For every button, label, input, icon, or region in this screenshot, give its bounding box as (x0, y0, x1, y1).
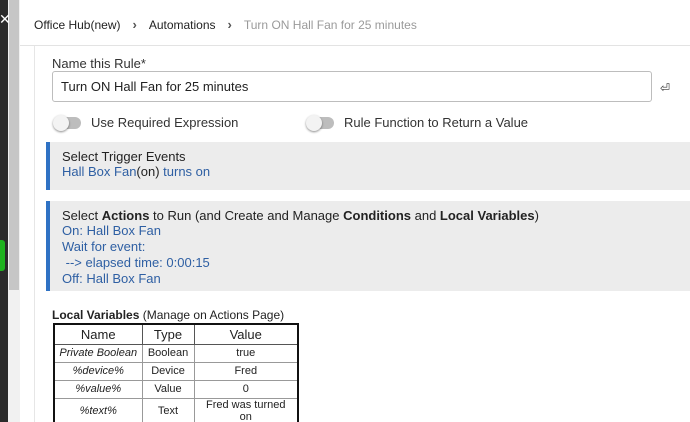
local-variables-heading: Local Variables (Manage on Actions Page) (52, 308, 284, 322)
variable-type: Text (141, 397, 195, 422)
action-line: On: Hall Box Fan (62, 223, 161, 238)
status-indicator (0, 240, 5, 271)
header: Office Hub(new) › Automations › Turn ON … (20, 0, 690, 46)
table-row: %value% Value 0 (53, 379, 299, 399)
trigger-section-title: Select Trigger Events (62, 149, 186, 164)
breadcrumb-hub[interactable]: Office Hub(new) (34, 18, 120, 32)
enter-icon[interactable]: ⏎ (660, 81, 670, 95)
variable-type: Value (141, 379, 195, 399)
variable-name: %text% (53, 397, 143, 422)
rule-name-label: Name this Rule* (52, 56, 146, 71)
local-variables-title: Local Variables (52, 308, 140, 322)
action-line: Wait for event: (62, 239, 146, 254)
variable-type: Boolean (141, 343, 195, 363)
local-variables-table: Name Type Value Private Boolean Boolean … (53, 323, 299, 422)
trigger-device: Hall Box Fan (62, 164, 137, 179)
variable-name: %device% (53, 361, 143, 381)
left-rail: ✕ (0, 0, 11, 422)
table-row: Private Boolean Boolean true (53, 343, 299, 363)
toggle-knob (306, 115, 322, 131)
actions-title-text: to Run (and Create and Manage (149, 208, 344, 223)
variable-value: Fred (193, 361, 299, 381)
actions-title-text: and (411, 208, 440, 223)
rule-function-label: Rule Function to Return a Value (344, 115, 529, 130)
action-line: --> elapsed time: 0:00:15 (62, 255, 210, 270)
actions-section[interactable]: Select Actions to Run (and Create and Ma… (46, 201, 690, 291)
variable-value: true (193, 343, 299, 363)
action-line: Off: Hall Box Fan (62, 271, 161, 286)
table-row: %device% Device Fred (53, 361, 299, 381)
variable-name: Private Boolean (53, 343, 143, 363)
breadcrumb-automations[interactable]: Automations (149, 18, 216, 32)
toggle-knob (53, 115, 69, 131)
variable-value: Fred was turned on (193, 397, 299, 422)
breadcrumb-current-rule: Turn ON Hall Fan for 25 minutes (243, 17, 417, 32)
table-row: %text% Text Fred was turned on (53, 397, 299, 422)
variable-type: Device (141, 361, 195, 381)
column-header-name: Name (53, 323, 143, 345)
close-icon[interactable]: ✕ (0, 12, 11, 26)
column-header-type: Type (141, 323, 195, 345)
chevron-right-icon: › (227, 17, 232, 32)
actions-title-text: Select (62, 208, 102, 223)
chevron-right-icon: › (132, 17, 137, 32)
actions-section-title: Select Actions to Run (and Create and Ma… (62, 208, 690, 223)
rule-function-toggle[interactable] (306, 115, 334, 131)
actions-title-text: ) (534, 208, 539, 223)
table-header-row: Name Type Value (53, 323, 299, 345)
trigger-state: (on) (136, 164, 160, 179)
actions-title-bold: Local Variables (439, 208, 535, 223)
local-variables-subtitle: (Manage on Actions Page) (139, 308, 285, 322)
required-expression-label: Use Required Expression (91, 115, 239, 130)
variable-value: 0 (193, 379, 299, 399)
variable-name: %value% (53, 379, 143, 399)
actions-title-bold: Actions (101, 208, 150, 223)
required-expression-toggle[interactable] (53, 115, 81, 131)
trigger-events-section[interactable]: Select Trigger Events Hall Box Fan(on) t… (46, 142, 690, 190)
trigger-action: turns on (159, 164, 211, 179)
scrollbar-thumb[interactable] (9, 0, 19, 290)
rule-name-input[interactable] (52, 71, 652, 102)
breadcrumb: Office Hub(new) › Automations › Turn ON … (34, 17, 417, 32)
actions-title-bold: Conditions (343, 208, 411, 223)
trigger-line: Hall Box Fan(on) turns on (62, 164, 690, 180)
column-header-value: Value (193, 323, 299, 345)
